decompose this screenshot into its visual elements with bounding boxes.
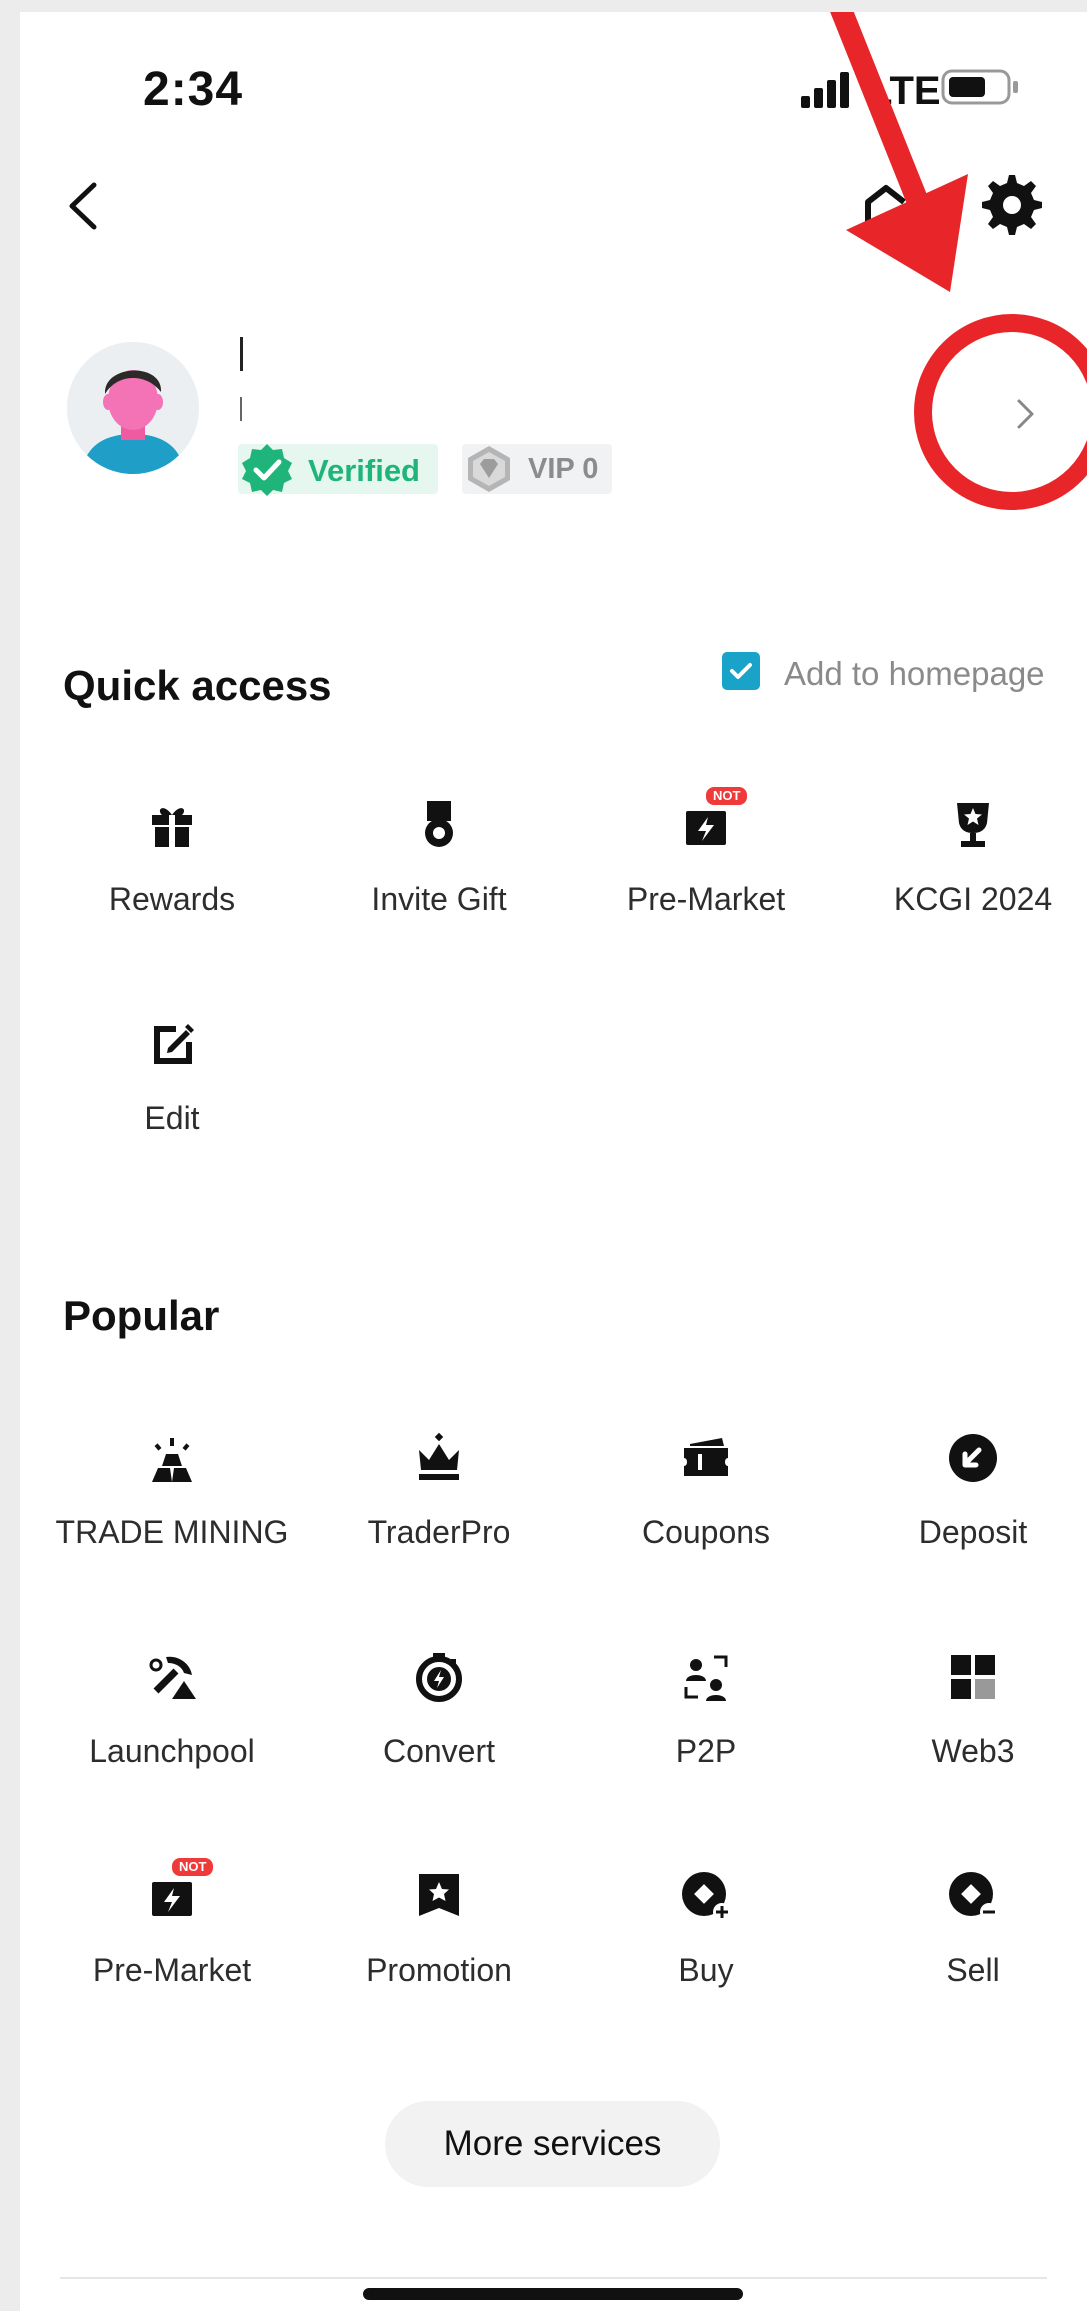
popular-title: Popular — [63, 1292, 220, 1339]
tile-label: Sell — [946, 1952, 1000, 1988]
premarket-icon: NOT — [146, 1858, 214, 1922]
quick-access-pre-market[interactable]: NOT Pre-Market — [575, 787, 837, 959]
premarket-icon: NOT — [680, 787, 748, 851]
quick-access-rewards[interactable]: Rewards — [41, 799, 303, 959]
edit-icon — [146, 1018, 198, 1070]
avatar[interactable] — [67, 342, 199, 474]
popular-convert[interactable]: Convert — [308, 1651, 570, 1811]
status-time: 2:34 — [143, 63, 244, 116]
quick-access-edit[interactable]: Edit — [41, 1018, 303, 1178]
tile-label: Rewards — [108, 881, 236, 917]
back-arrow-icon[interactable] — [62, 179, 106, 233]
tile-label: P2P — [675, 1733, 737, 1769]
uid-text-cursor — [240, 397, 242, 421]
convert-icon — [413, 1651, 465, 1703]
popular-p2p[interactable]: P2P — [575, 1651, 837, 1811]
tile-label: TraderPro — [367, 1514, 511, 1550]
tile-label: Pre-Market — [92, 1952, 252, 1988]
quick-access-invite-gift[interactable]: Invite Gift — [308, 799, 570, 959]
mining-icon — [146, 1432, 198, 1484]
gift-icon — [146, 799, 198, 851]
popular-web3[interactable]: Web3 — [842, 1651, 1087, 1811]
popular-trade-mining[interactable]: TRADE MINING — [41, 1432, 303, 1592]
popular-pre-market[interactable]: NOT Pre-Market — [41, 1858, 303, 2030]
medal-icon — [413, 799, 465, 851]
verified-check-icon — [242, 444, 292, 496]
buy-icon — [680, 1870, 732, 1922]
popular-promotion[interactable]: Promotion — [308, 1870, 570, 2030]
promotion-icon — [413, 1870, 465, 1922]
deposit-icon — [947, 1432, 999, 1484]
quick-access-kcgi-2024[interactable]: KCGI 2024 — [842, 799, 1087, 959]
carrier-label: LTE — [868, 69, 941, 113]
popular-sell[interactable]: Sell — [842, 1870, 1087, 2030]
add-to-homepage-label[interactable]: Add to homepage — [784, 655, 1045, 693]
gear-icon[interactable] — [978, 172, 1046, 240]
share-icon[interactable] — [862, 182, 910, 230]
tile-label: Invite Gift — [371, 881, 507, 917]
web3-icon — [947, 1651, 999, 1703]
divider — [60, 2277, 1047, 2279]
vip-badge[interactable]: VIP 0 — [462, 444, 612, 494]
pickaxe-icon — [146, 1651, 198, 1703]
crown-icon — [413, 1432, 465, 1484]
tile-label: Coupons — [641, 1514, 771, 1550]
tile-label: TRADE MINING — [55, 1514, 289, 1550]
popular-deposit[interactable]: Deposit — [842, 1432, 1087, 1592]
tile-label: Promotion — [366, 1952, 512, 1988]
add-to-homepage-checkbox[interactable] — [722, 652, 760, 690]
popular-coupons[interactable]: Coupons — [575, 1432, 837, 1592]
trophy-icon — [947, 799, 999, 851]
diamond-icon — [468, 446, 510, 492]
home-indicator[interactable] — [363, 2288, 743, 2300]
not-badge: NOT — [706, 787, 748, 805]
p2p-icon — [680, 1651, 732, 1703]
signal-icon — [801, 72, 849, 108]
more-services-button[interactable]: More services — [385, 2101, 720, 2187]
popular-launchpool[interactable]: Launchpool — [41, 1651, 303, 1811]
popular-traderpro[interactable]: TraderPro — [308, 1432, 570, 1592]
tile-label: Buy — [678, 1952, 734, 1988]
sell-icon — [947, 1870, 999, 1922]
tile-label: Web3 — [931, 1733, 1015, 1769]
username-text-cursor — [240, 337, 243, 371]
quick-access-title: Quick access — [63, 662, 332, 709]
not-badge: NOT — [172, 1858, 214, 1876]
tile-label: Pre-Market — [626, 881, 786, 917]
screen: 2:34 LTE Verified VIP 0 Quick access Add… — [20, 12, 1087, 2311]
verified-label: Verified — [308, 453, 420, 488]
tile-label: Edit — [144, 1100, 200, 1136]
vip-label: VIP 0 — [528, 453, 599, 485]
popular-buy[interactable]: Buy — [575, 1870, 837, 2030]
tile-label: Convert — [382, 1733, 496, 1769]
verified-badge: Verified — [238, 444, 438, 496]
battery-icon — [941, 69, 1018, 105]
chevron-right-icon[interactable] — [1015, 397, 1037, 431]
tile-label: Launchpool — [89, 1733, 255, 1769]
tile-label: Deposit — [918, 1514, 1028, 1550]
tile-label: KCGI 2024 — [893, 881, 1053, 917]
coupon-icon — [680, 1432, 732, 1484]
